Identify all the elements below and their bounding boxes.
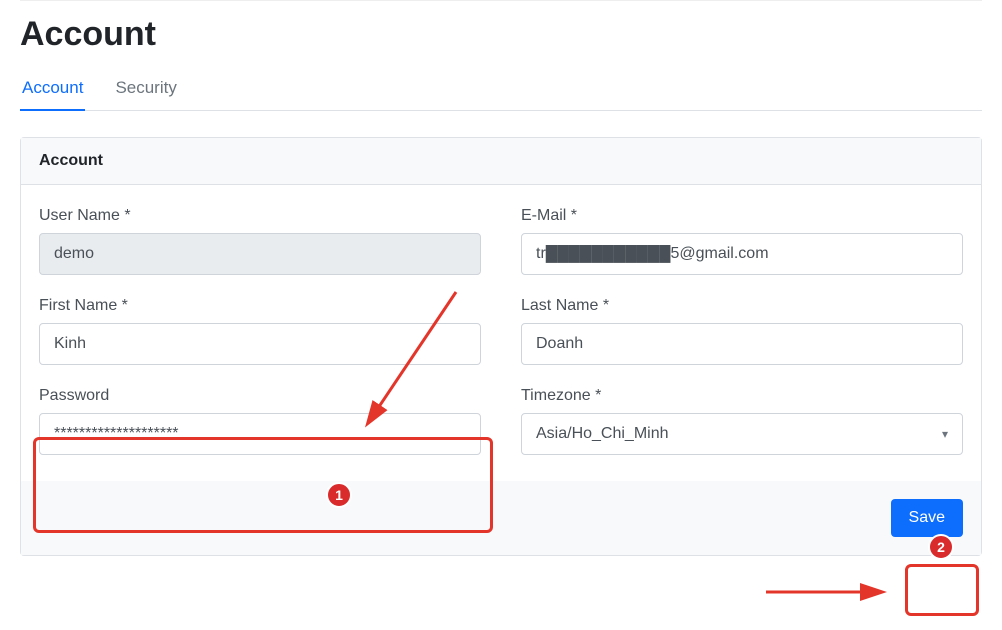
tab-security[interactable]: Security: [113, 72, 178, 110]
timezone-label: Timezone *: [521, 387, 963, 405]
group-timezone: Timezone * Asia/Ho_Chi_Minh ▾: [521, 387, 963, 455]
email-label: E-Mail *: [521, 207, 963, 225]
username-label: User Name *: [39, 207, 481, 225]
firstname-input[interactable]: [39, 323, 481, 365]
firstname-label: First Name *: [39, 297, 481, 315]
tab-account[interactable]: Account: [20, 72, 85, 110]
account-card: Account User Name * E-Mail * First Name …: [20, 137, 982, 556]
save-button[interactable]: Save: [891, 499, 963, 537]
page-title: Account: [20, 15, 982, 54]
card-header: Account: [21, 138, 981, 185]
username-input: [39, 233, 481, 275]
lastname-label: Last Name *: [521, 297, 963, 315]
group-firstname: First Name *: [39, 297, 481, 365]
password-label: Password: [39, 387, 481, 405]
group-username: User Name *: [39, 207, 481, 275]
password-input[interactable]: [39, 413, 481, 455]
chevron-down-icon: ▾: [942, 427, 948, 441]
timezone-value: Asia/Ho_Chi_Minh: [536, 425, 669, 443]
email-input[interactable]: [521, 233, 963, 275]
timezone-select[interactable]: Asia/Ho_Chi_Minh ▾: [521, 413, 963, 455]
lastname-input[interactable]: [521, 323, 963, 365]
group-lastname: Last Name *: [521, 297, 963, 365]
group-password: Password: [39, 387, 481, 455]
group-email: E-Mail *: [521, 207, 963, 275]
tabs: Account Security: [20, 72, 982, 111]
